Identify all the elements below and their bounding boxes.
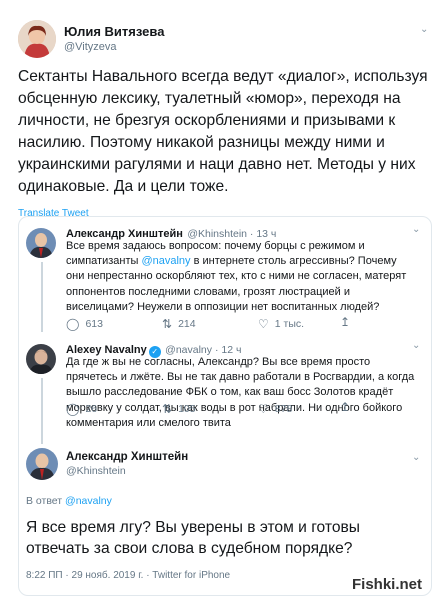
- reply-icon: ◯: [66, 317, 80, 331]
- reply-avatar[interactable]: [26, 448, 58, 480]
- heart-icon: ♡: [258, 402, 269, 416]
- reply-to-prefix: В ответ: [26, 495, 66, 507]
- thread2-avatar[interactable]: [26, 344, 56, 374]
- retweet-icon: ⇅: [162, 402, 173, 416]
- like-count: 878: [274, 403, 293, 415]
- thread2-text: Да где ж вы не согласны, Александр? Вы в…: [66, 356, 415, 429]
- main-author-handle[interactable]: @Vityzeva: [64, 41, 117, 53]
- main-author-name[interactable]: Юлия Витязева: [64, 24, 164, 39]
- heart-icon: ♡: [258, 317, 269, 331]
- reply-count: 613: [85, 318, 103, 330]
- avatar-photo-icon: [18, 20, 56, 58]
- thread1-avatar[interactable]: [26, 228, 56, 258]
- retweet-count: 214: [178, 318, 196, 330]
- thread1-retweet-action[interactable]: ⇅ 214: [162, 317, 196, 331]
- retweet-icon: ⇅: [162, 317, 173, 331]
- avatar-photo-icon: [26, 448, 58, 480]
- avatar-photo-icon: [26, 344, 56, 374]
- reply-to-line: В ответ @navalny: [26, 495, 112, 507]
- share-icon[interactable]: ↥: [340, 400, 350, 414]
- main-tweet-text: Сектанты Навального всегда ведут «диалог…: [18, 68, 428, 195]
- reply-icon: ◯: [66, 402, 80, 416]
- reply-text: Я все время лгу? Вы уверены в этом и гот…: [26, 519, 361, 557]
- main-avatar[interactable]: [18, 20, 56, 58]
- chevron-down-icon[interactable]: ⌄: [412, 224, 420, 235]
- avatar-photo-icon: [26, 228, 56, 258]
- thread2-reply-action[interactable]: ◯ 26: [66, 402, 97, 416]
- reply-footer-meta[interactable]: 8:22 ПП · 29 нояб. 2019 г. · Twitter for…: [26, 570, 230, 581]
- chevron-down-icon[interactable]: ⌄: [420, 24, 428, 35]
- thread1-text: Все время задаюсь вопросом: почему борцы…: [66, 239, 418, 315]
- thread1-like-action[interactable]: ♡ 1 тыс.: [258, 317, 304, 331]
- chevron-down-icon[interactable]: ⌄: [412, 340, 420, 351]
- thread2-like-action[interactable]: ♡ 878: [258, 402, 292, 416]
- reply-author-name[interactable]: Александр Хинштейн: [66, 451, 188, 463]
- thread2-retweet-action[interactable]: ⇅ 105: [162, 402, 196, 416]
- thread-connector-line: [41, 262, 43, 332]
- thread1-reply-action[interactable]: ◯ 613: [66, 317, 103, 331]
- thread-connector-line: [41, 378, 43, 444]
- reply-author-handle[interactable]: @Khinshtein: [66, 465, 126, 477]
- reply-count: 26: [85, 403, 98, 415]
- chevron-down-icon[interactable]: ⌄: [412, 452, 420, 463]
- reply-to-mention[interactable]: @navalny: [65, 495, 112, 507]
- watermark-logo: Fishki.net: [352, 576, 423, 593]
- share-icon[interactable]: ↥: [340, 315, 350, 329]
- like-count: 1 тыс.: [274, 318, 305, 330]
- retweet-count: 105: [178, 403, 196, 415]
- mention-link[interactable]: @navalny: [141, 255, 190, 267]
